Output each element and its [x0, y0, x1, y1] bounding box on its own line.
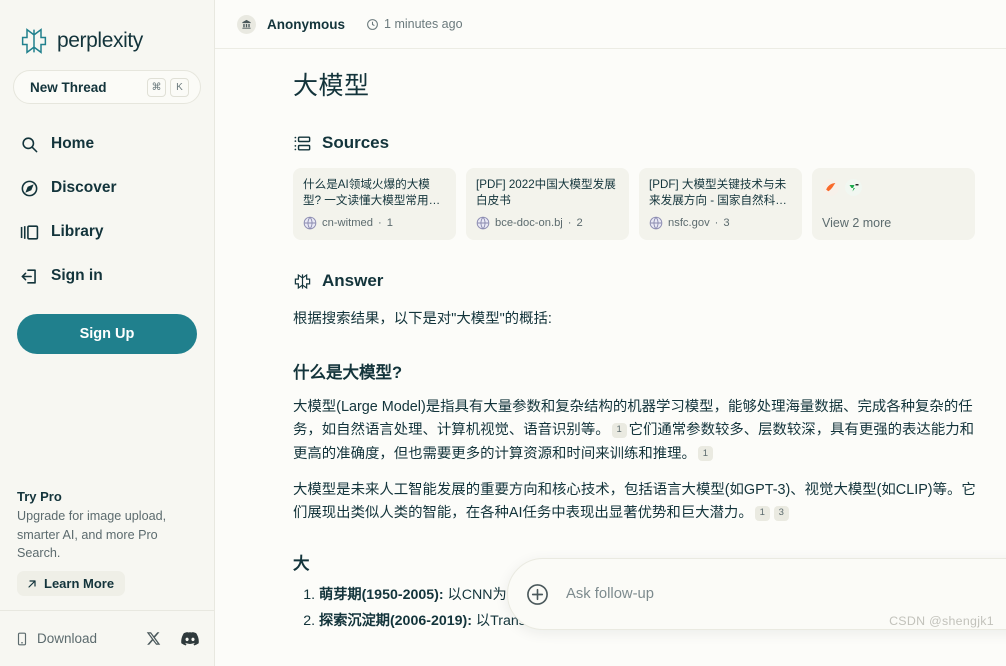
- citation-badge[interactable]: 3: [773, 505, 789, 521]
- search-input[interactable]: [566, 586, 1006, 602]
- answer-lead: 根据搜索结果，以下是对"大模型"的概括:: [293, 311, 552, 327]
- sidebar-item-label: Library: [51, 223, 104, 240]
- sidebar-item-label: Discover: [51, 179, 117, 196]
- source-dot: ·: [377, 217, 382, 229]
- answer-subheading-what: 什么是大模型?: [293, 364, 403, 383]
- citation-badge[interactable]: 1: [754, 505, 770, 521]
- sidebar-item-discover[interactable]: Discover: [8, 166, 206, 210]
- source-meta: bce-doc-on.bj · 2: [476, 216, 583, 230]
- source-domain: bce-doc-on.bj: [495, 217, 563, 229]
- view-more-label: View 2 more: [822, 216, 892, 230]
- source-dot: ·: [714, 217, 719, 229]
- main-content: Anonymous 1 minutes ago 大模型 Sources 什么是A…: [215, 0, 1006, 666]
- arrow-up-right-icon: [28, 579, 36, 588]
- clock-icon: [367, 18, 378, 30]
- source-meta: nsfc.gov · 3: [649, 216, 730, 230]
- globe-icon: [476, 216, 490, 230]
- mobile-device-icon: [17, 632, 27, 645]
- source-domain: nsfc.gov: [668, 217, 710, 229]
- source-card[interactable]: 什么是AI领域火爆的大模型? 一文读懂大模型常用… cn-witmed · 1: [293, 168, 456, 240]
- citation-badge[interactable]: 1: [611, 422, 627, 438]
- sources-title: Sources: [322, 133, 390, 152]
- new-thread-label: New Thread: [30, 79, 107, 95]
- list-item-bold: 探索沉淀期(2006-2019):: [319, 612, 472, 629]
- favicon-zhihu-icon: [845, 179, 862, 196]
- page-title: 大模型: [293, 72, 370, 100]
- view-more-sources-card[interactable]: View 2 more: [812, 168, 975, 240]
- source-index: 2: [576, 217, 583, 229]
- globe-icon: [303, 216, 317, 230]
- answer-title: Answer: [322, 271, 384, 290]
- discord-icon[interactable]: [181, 631, 199, 646]
- search-icon: [22, 136, 38, 152]
- sidebar-item-home[interactable]: Home: [8, 122, 206, 166]
- more-source-favicons: [822, 177, 965, 196]
- sources-list-icon: [294, 135, 311, 151]
- sidebar-item-library[interactable]: Library: [8, 210, 206, 254]
- perplexity-logo-icon: [21, 28, 47, 54]
- watermark: CSDN @shengjk1: [889, 614, 994, 628]
- compass-icon: [21, 180, 38, 196]
- sign-up-button[interactable]: Sign Up: [17, 314, 197, 354]
- learn-more-button[interactable]: Learn More: [17, 571, 126, 596]
- source-title: [PDF] 大模型关键技术与未来发展方向 - 国家自然科…: [649, 178, 787, 208]
- thread-body: 大模型 Sources 什么是AI领域火爆的大模型? 一文读懂大模型常用… cn…: [215, 49, 1006, 633]
- brand-name: perplexity: [57, 29, 143, 52]
- kbd-k: K: [170, 77, 189, 97]
- sidebar-footer: Download: [0, 610, 214, 666]
- source-domain: cn-witmed: [322, 217, 373, 229]
- anonymous-avatar-icon: [242, 19, 251, 29]
- sidebar: perplexity New Thread ⌘ K Home Discover: [0, 0, 215, 666]
- download-label: Download: [37, 631, 98, 646]
- social-links: [146, 631, 199, 646]
- sign-in-icon: [21, 268, 36, 284]
- sidebar-item-sign-in[interactable]: Sign in: [8, 254, 206, 298]
- answer-paragraph-2: 大模型是未来人工智能发展的重要方向和核心技术，包括语言大模型(如GPT-3)、视…: [293, 479, 976, 526]
- download-button[interactable]: Download: [15, 631, 97, 647]
- sources-header: Sources: [293, 133, 976, 153]
- kbd-command: ⌘: [147, 77, 166, 97]
- perplexity-star-icon: [294, 273, 311, 289]
- globe-icon: [649, 216, 663, 230]
- source-index: 3: [723, 217, 730, 229]
- try-pro-title: Try Pro: [17, 489, 62, 505]
- new-thread-button[interactable]: New Thread ⌘ K: [13, 70, 201, 104]
- library-icon: [20, 224, 39, 240]
- avatar: [237, 14, 256, 34]
- sources-list: 什么是AI领域火爆的大模型? 一文读懂大模型常用… cn-witmed · 1 …: [293, 168, 976, 240]
- sidebar-item-label: Sign in: [51, 267, 103, 284]
- source-card[interactable]: [PDF] 2022中国大模型发展白皮书 bce-doc-on.bj · 2: [466, 168, 629, 240]
- citation-badge[interactable]: 1: [697, 445, 713, 461]
- source-card[interactable]: [PDF] 大模型关键技术与未来发展方向 - 国家自然科… nsfc.gov ·…: [639, 168, 802, 240]
- try-pro-panel: Try Pro Upgrade for image upload, smarte…: [8, 489, 206, 596]
- source-index: 1: [386, 217, 393, 229]
- thread-topbar: Anonymous 1 minutes ago: [215, 0, 1006, 49]
- paragraph-text: 大模型是未来人工智能发展的重要方向和核心技术，包括语言大模型(如GPT-3)、视…: [293, 482, 976, 522]
- source-title: [PDF] 2022中国大模型发展白皮书: [476, 178, 616, 208]
- x-twitter-icon[interactable]: [146, 631, 161, 646]
- sidebar-nav: Home Discover Library Sign in: [8, 122, 206, 298]
- app-root: perplexity New Thread ⌘ K Home Discover: [0, 0, 1006, 666]
- answer-paragraph-1: 大模型(Large Model)是指具有大量参数和复杂结构的机器学习模型，能够处…: [293, 396, 976, 466]
- sidebar-item-label: Home: [51, 135, 95, 152]
- learn-more-label: Learn More: [44, 576, 115, 591]
- source-title: 什么是AI领域火爆的大模型? 一文读懂大模型常用…: [303, 178, 441, 208]
- try-pro-description: Upgrade for image upload, smarter AI, an…: [17, 509, 167, 560]
- brand-logo[interactable]: perplexity: [8, 0, 206, 62]
- user-name: Anonymous: [267, 16, 346, 32]
- source-meta: cn-witmed · 1: [303, 216, 393, 230]
- plus-circle-icon[interactable]: [526, 583, 549, 606]
- list-item-bold: 萌芽期(1950-2005):: [319, 586, 444, 603]
- timestamp-text: 1 minutes ago: [384, 17, 463, 31]
- answer-header: Answer: [293, 271, 976, 291]
- favicon-sohu-icon: [822, 179, 839, 196]
- timestamp-group: 1 minutes ago: [366, 17, 463, 31]
- source-dot: ·: [567, 217, 572, 229]
- new-thread-shortcut: ⌘ K: [147, 77, 189, 97]
